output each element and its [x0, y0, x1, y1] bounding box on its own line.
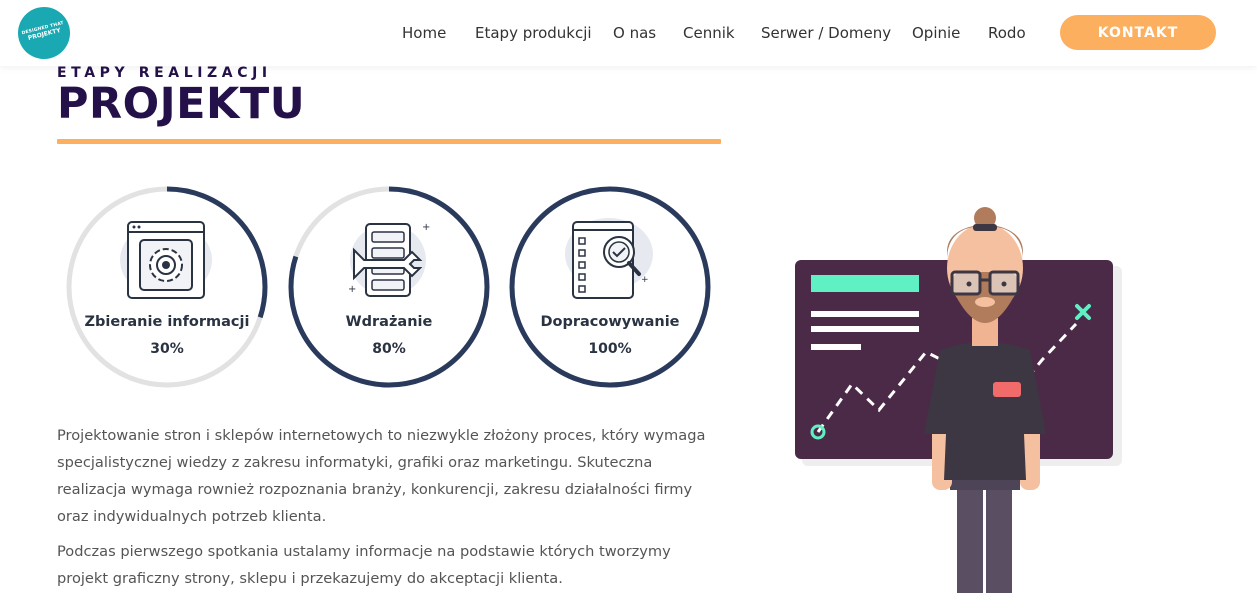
nav-o-nas[interactable]: O nas: [613, 22, 656, 44]
developer-illustration: [795, 207, 1122, 593]
site-logo[interactable]: DESIGNED THAT PROJEKTY: [12, 1, 76, 65]
progress-circle-dopracowywanie: + Dopracowywanie 100%: [509, 186, 711, 388]
nav-rodo[interactable]: Rodo: [988, 22, 1026, 44]
meeting-paragraph: Podczas pierwszego spotkania ustalamy in…: [57, 543, 671, 587]
site-header: DESIGNED THAT PROJEKTY Home Etapy produk…: [0, 0, 1257, 66]
progress-value: 30%: [150, 341, 184, 357]
progress-circle-zbieranie: Zbieranie informacji 30%: [66, 186, 268, 388]
title-divider: [57, 139, 721, 144]
svg-text:+: +: [641, 275, 649, 285]
section-subtitle: ETAPY REALIZACJI: [57, 65, 272, 81]
intro-paragraph: Projektowanie stron i sklepów internetow…: [57, 427, 706, 525]
svg-text:+: +: [348, 284, 356, 295]
nav-serwer-domeny[interactable]: Serwer / Domeny: [761, 22, 891, 44]
kontakt-button[interactable]: KONTAKT: [1060, 15, 1216, 50]
nav-cennik[interactable]: Cennik: [683, 22, 735, 44]
progress-label: Wdrażanie: [345, 314, 433, 330]
server-wrench-icon: + +: [348, 222, 430, 297]
nav-etapy-produkcji[interactable]: Etapy produkcji: [475, 22, 592, 44]
nav-home[interactable]: Home: [402, 22, 446, 44]
progress-value: 80%: [372, 341, 406, 357]
svg-text:+: +: [422, 222, 430, 233]
progress-circle-wdrazanie: + + Wdrażanie 80%: [288, 186, 490, 388]
section-title: PROJEKTU: [57, 79, 306, 129]
checklist-magnifier-icon: +: [565, 218, 653, 299]
progress-label: Dopracowywanie: [540, 314, 680, 330]
progress-label: Zbieranie informacji: [84, 314, 250, 330]
settings-window-icon: [120, 221, 212, 299]
progress-value: 100%: [588, 341, 632, 357]
nav-opinie[interactable]: Opinie: [912, 22, 960, 44]
